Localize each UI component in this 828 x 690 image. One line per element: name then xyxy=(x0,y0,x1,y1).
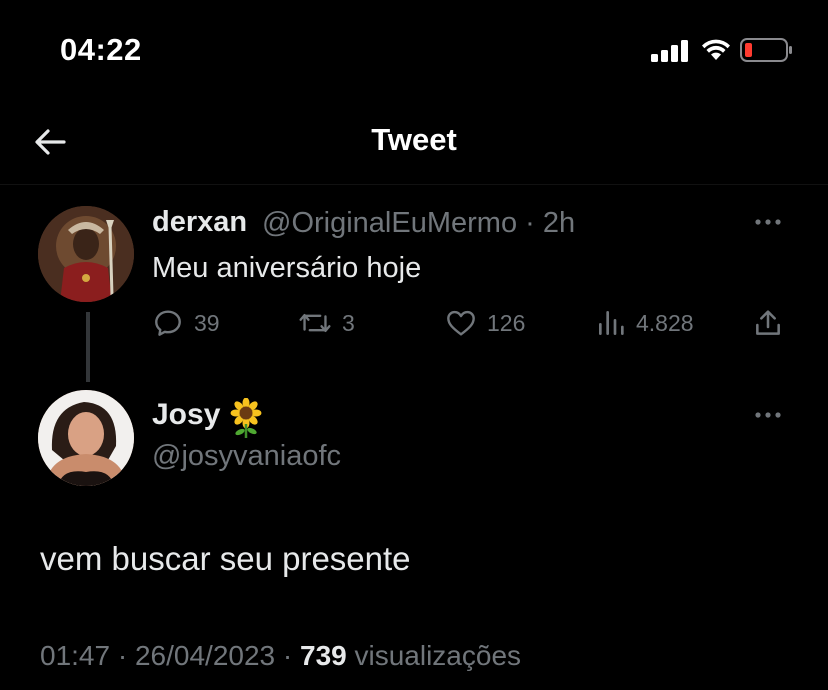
reply-count: 39 xyxy=(194,309,220,336)
author-name[interactable]: derxan xyxy=(152,206,247,239)
wifi-icon xyxy=(702,39,730,60)
views-label: visualizações xyxy=(354,640,522,671)
avatar-photo xyxy=(38,390,134,486)
author-name[interactable]: Josy xyxy=(152,398,220,432)
author-handle[interactable]: @OriginalEuMermo xyxy=(262,207,517,239)
meta-separator: · xyxy=(525,207,535,239)
avatar[interactable] xyxy=(38,390,134,486)
retweet-count: 3 xyxy=(342,309,355,336)
header: Tweet xyxy=(0,100,828,184)
footer-separator: · xyxy=(282,640,293,671)
view-count: 4.828 xyxy=(636,309,694,336)
status-bar: 04:22 xyxy=(0,0,828,100)
author-handle[interactable]: @josyvaniaofc xyxy=(152,440,341,473)
author-meta: @OriginalEuMermo · 2h xyxy=(262,207,575,240)
share-icon xyxy=(756,310,780,335)
page-title: Tweet xyxy=(371,122,457,157)
more-options-icon[interactable] xyxy=(748,212,788,232)
cellular-signal-icon xyxy=(651,40,688,62)
status-time: 04:22 xyxy=(60,32,142,67)
views-count[interactable]: 739 xyxy=(300,640,347,671)
tweet-text: vem buscar seu presente xyxy=(40,540,411,577)
sunflower-emoji xyxy=(230,398,262,438)
heart-icon xyxy=(447,310,475,336)
reply-button[interactable]: 39 xyxy=(152,305,220,341)
tweet-date[interactable]: 26/04/2023 xyxy=(135,640,275,671)
header-divider xyxy=(0,184,828,185)
tweet-footer: 01:47 · 26/04/2023 · 739 visualizações xyxy=(40,640,521,672)
tweet-text: Meu aniversário hoje xyxy=(152,252,422,284)
avatar-illustration xyxy=(38,206,134,302)
battery-low-icon xyxy=(740,38,792,62)
like-button[interactable]: 126 xyxy=(445,305,525,341)
tweet-time-ago[interactable]: 2h xyxy=(543,207,575,239)
reply-icon xyxy=(155,310,181,336)
more-options-icon[interactable] xyxy=(748,405,788,425)
footer-separator: · xyxy=(117,640,128,671)
retweet-icon xyxy=(299,313,331,333)
share-button[interactable] xyxy=(752,305,784,341)
thread-connector xyxy=(86,312,90,382)
retweet-button[interactable]: 3 xyxy=(298,305,355,341)
tweet-time[interactable]: 01:47 xyxy=(40,640,110,671)
tweet-actions: 39 3 126 4.828 xyxy=(152,305,792,341)
like-count: 126 xyxy=(487,309,526,336)
views-button[interactable]: 4.828 xyxy=(596,305,694,341)
analytics-icon xyxy=(599,311,624,335)
avatar[interactable] xyxy=(38,206,134,302)
